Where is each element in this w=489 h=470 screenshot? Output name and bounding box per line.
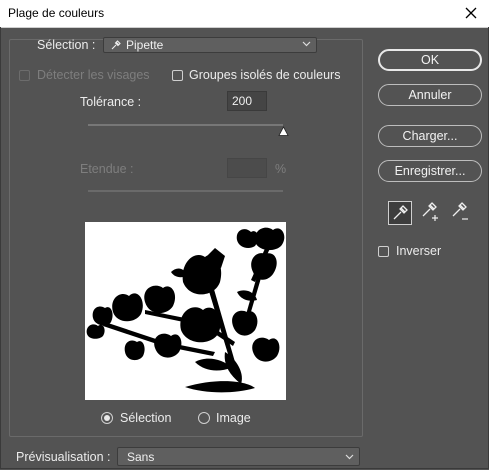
eyedropper-subtract-tool[interactable] xyxy=(448,201,472,225)
invert-checkbox[interactable] xyxy=(378,246,389,257)
radio-selection-label[interactable]: Sélection xyxy=(120,411,171,425)
chevron-down-icon xyxy=(345,454,354,460)
mask-preview-image xyxy=(86,227,285,393)
cancel-button[interactable]: Annuler xyxy=(378,84,482,106)
eyedropper-minus-icon xyxy=(452,202,468,220)
close-icon[interactable] xyxy=(461,3,481,23)
title-bar: Plage de couleurs xyxy=(0,0,489,28)
tolerance-input[interactable]: 200 xyxy=(227,91,267,111)
tolerance-slider-thumb[interactable] xyxy=(277,126,289,137)
range-unit: % xyxy=(275,162,287,176)
save-button[interactable]: Enregistrer... xyxy=(378,160,482,182)
detect-faces-label: Détecter les visages xyxy=(37,68,150,82)
eyedropper-add-tool[interactable] xyxy=(418,201,442,225)
selection-preview-label: Prévisualisation : xyxy=(16,450,111,464)
range-label: Etendue : xyxy=(80,162,134,176)
range-slider-track xyxy=(88,190,283,192)
invert-label[interactable]: Inverser xyxy=(396,244,441,258)
eyedropper-plus-icon xyxy=(422,202,438,221)
radio-selection[interactable] xyxy=(101,412,113,424)
localized-clusters-checkbox[interactable] xyxy=(172,70,183,81)
selection-label: Sélection : xyxy=(37,38,96,52)
radio-image-label[interactable]: Image xyxy=(216,411,251,425)
selection-value: Pipette xyxy=(126,38,164,52)
tolerance-slider-track[interactable] xyxy=(88,124,283,126)
selection-preview xyxy=(85,222,286,400)
selection-preview-dropdown[interactable]: Sans xyxy=(117,447,360,466)
tolerance-label: Tolérance : xyxy=(80,95,142,109)
localized-clusters-label[interactable]: Groupes isolés de couleurs xyxy=(189,68,340,82)
ok-button[interactable]: OK xyxy=(378,49,482,71)
selection-preview-value: Sans xyxy=(127,450,155,464)
chevron-down-icon xyxy=(302,41,311,47)
detect-faces-checkbox xyxy=(19,70,30,81)
radio-image[interactable] xyxy=(198,412,210,424)
range-input xyxy=(227,158,267,178)
window-title: Plage de couleurs xyxy=(8,6,105,20)
load-button[interactable]: Charger... xyxy=(378,125,482,147)
eyedropper-icon xyxy=(393,205,408,220)
eyedropper-tool[interactable] xyxy=(388,201,412,225)
eyedropper-icon xyxy=(111,40,121,50)
selection-dropdown[interactable]: Pipette xyxy=(103,37,317,53)
